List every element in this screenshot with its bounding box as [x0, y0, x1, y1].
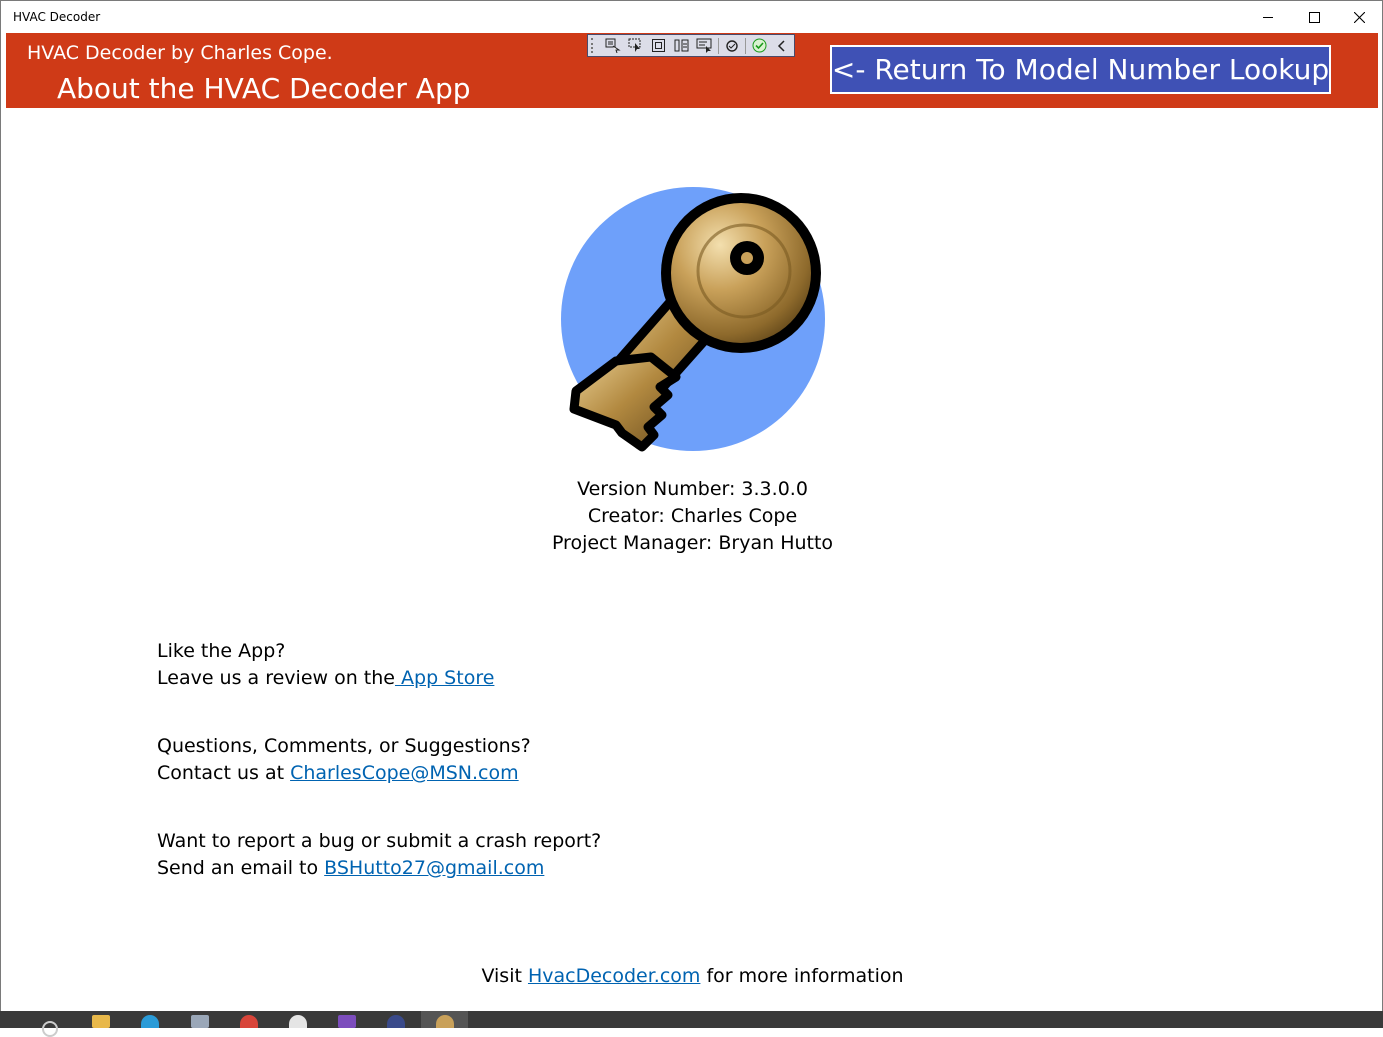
- display-layout-adorners-icon[interactable]: [649, 37, 669, 54]
- binding-failures-icon[interactable]: [749, 37, 769, 54]
- header-subtitle: HVAC Decoder by Charles Cope.: [27, 42, 333, 64]
- key-icon: [561, 187, 825, 452]
- key-icon: [436, 1015, 454, 1028]
- select-element-icon[interactable]: [626, 37, 646, 54]
- close-button[interactable]: [1336, 1, 1382, 33]
- review-prefix: Leave us a review on the: [157, 667, 395, 689]
- visit-line: Visit HvacDecoder.com for more informati…: [1, 965, 1382, 987]
- close-icon: [1353, 11, 1365, 23]
- track-focus-icon[interactable]: [672, 37, 692, 54]
- collapse-toolbar-icon[interactable]: [772, 37, 792, 54]
- review-line: Leave us a review on the App Store: [157, 667, 494, 689]
- toolbar-separator: [718, 37, 719, 54]
- app-window: HVAC Decoder HVAC Decoder by Charles Cop…: [0, 0, 1383, 1013]
- window-title: HVAC Decoder: [13, 10, 101, 24]
- maximize-icon: [1308, 11, 1320, 23]
- return-to-lookup-button[interactable]: <- Return To Model Number Lookup: [830, 45, 1331, 94]
- visual-studio-icon[interactable]: [338, 1015, 356, 1028]
- preview-selection-icon[interactable]: [695, 37, 715, 54]
- hot-reload-icon[interactable]: [722, 37, 742, 54]
- bug-email-link[interactable]: BSHutto27@gmail.com: [324, 857, 544, 879]
- contact-email-link[interactable]: CharlesCope@MSN.com: [290, 762, 519, 784]
- app-icon[interactable]: [387, 1015, 405, 1028]
- taskbar-active-app[interactable]: [421, 1011, 468, 1028]
- live-visual-tree-icon[interactable]: [603, 37, 623, 54]
- visit-suffix: for more information: [700, 965, 904, 987]
- chrome-icon[interactable]: [240, 1015, 258, 1028]
- contact-line: Contact us at CharlesCope@MSN.com: [157, 762, 519, 784]
- contact-question: Questions, Comments, or Suggestions?: [157, 735, 531, 757]
- visit-prefix: Visit: [481, 965, 528, 987]
- toolbar-grip-handle[interactable]: [591, 38, 597, 53]
- app-icon[interactable]: [289, 1015, 307, 1028]
- contact-prefix: Contact us at: [157, 762, 291, 784]
- app-icon[interactable]: [191, 1015, 209, 1028]
- bug-prefix: Send an email to: [157, 857, 325, 879]
- project-manager: Project Manager: Bryan Hutto: [551, 532, 834, 554]
- minimize-icon: [1263, 16, 1273, 18]
- search-icon[interactable]: [42, 1021, 58, 1037]
- version-number: Version Number: 3.3.0.0: [577, 478, 808, 500]
- bug-question: Want to report a bug or submit a crash r…: [157, 830, 602, 852]
- title-bar: HVAC Decoder: [1, 1, 1382, 33]
- xaml-debug-toolbar: [587, 34, 795, 57]
- minimize-button[interactable]: [1245, 1, 1291, 33]
- page-title: About the HVAC Decoder App: [57, 72, 471, 105]
- bug-line: Send an email to BSHutto27@gmail.com: [157, 857, 544, 879]
- maximize-button[interactable]: [1291, 1, 1337, 33]
- taskbar: [0, 1011, 1383, 1037]
- app-store-link[interactable]: App Store: [395, 667, 494, 689]
- creator: Creator: Charles Cope: [587, 505, 798, 527]
- file-explorer-icon[interactable]: [92, 1015, 110, 1028]
- edge-icon[interactable]: [141, 1015, 159, 1028]
- toolbar-separator: [745, 37, 746, 54]
- review-question: Like the App?: [157, 640, 286, 662]
- website-link[interactable]: HvacDecoder.com: [528, 965, 700, 987]
